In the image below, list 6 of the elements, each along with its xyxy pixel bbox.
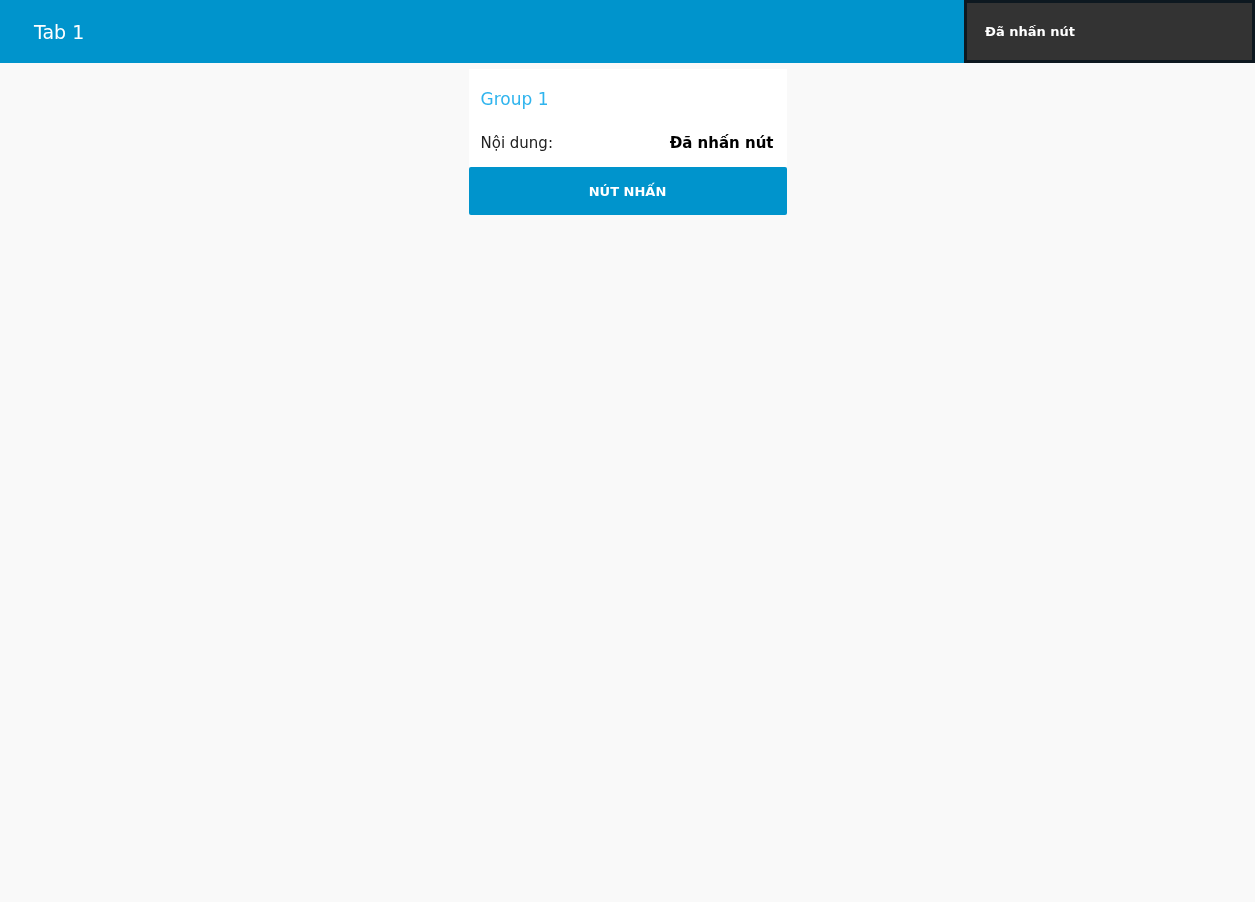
push-button[interactable]: NÚT NHẤN <box>468 167 787 215</box>
field-label: Nội dung: <box>480 134 553 152</box>
group-title: Group 1 <box>480 89 550 111</box>
field-value: Đã nhấn nút <box>669 134 774 152</box>
tab-title: Tab 1 <box>34 20 85 43</box>
toast-message: Đã nhấn nút <box>984 24 1075 39</box>
